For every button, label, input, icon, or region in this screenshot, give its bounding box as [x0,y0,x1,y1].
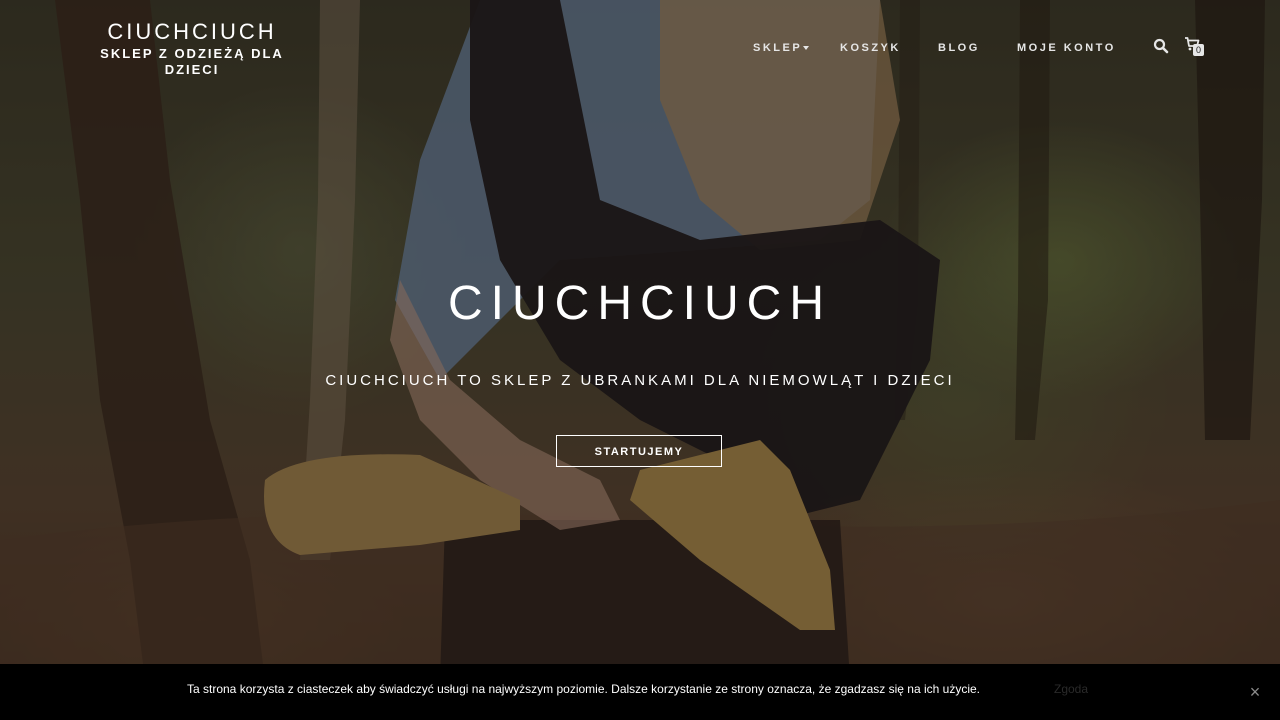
start-button[interactable]: STARTUJEMY [556,435,722,467]
nav-shop-label: SKLEP [753,42,803,54]
cookie-message: Ta strona korzysta z ciasteczek aby świa… [187,682,980,696]
nav-item-cart[interactable]: KOSZYK [840,42,901,54]
nav-item-shop[interactable]: SKLEP [753,42,810,54]
hero-overlay [0,0,1280,720]
site-branding: CIUCHCIUCH SKLEP Z ODZIEŻĄ DLA DZIECI [92,20,292,78]
nav-item-my-account[interactable]: MOJE KONTO [1017,42,1116,54]
tagline-line-2: DZIECI [164,62,220,77]
cookie-accept-button[interactable]: Zgoda [1054,681,1088,697]
hero-title: CIUCHCIUCH [448,277,832,330]
site-tagline: SKLEP Z ODZIEŻĄ DLA DZIECI [92,46,292,78]
search-button[interactable] [1153,38,1169,54]
tagline-line-1: SKLEP Z ODZIEŻĄ DLA [100,46,284,61]
site-title-link[interactable]: CIUCHCIUCH [92,20,292,44]
search-icon [1153,38,1169,54]
nav-item-blog[interactable]: BLOG [938,42,980,54]
cart-button[interactable]: 0 [1184,36,1208,60]
chevron-down-icon [803,46,810,50]
close-icon[interactable]: × [1247,683,1263,701]
cart-count-badge: 0 [1193,44,1204,56]
cookie-consent-bar: Ta strona korzysta z ciasteczek aby świa… [0,664,1280,720]
hero-subtitle: CIUCHCIUCH TO SKLEP Z UBRANKAMI DLA NIEM… [325,372,955,389]
